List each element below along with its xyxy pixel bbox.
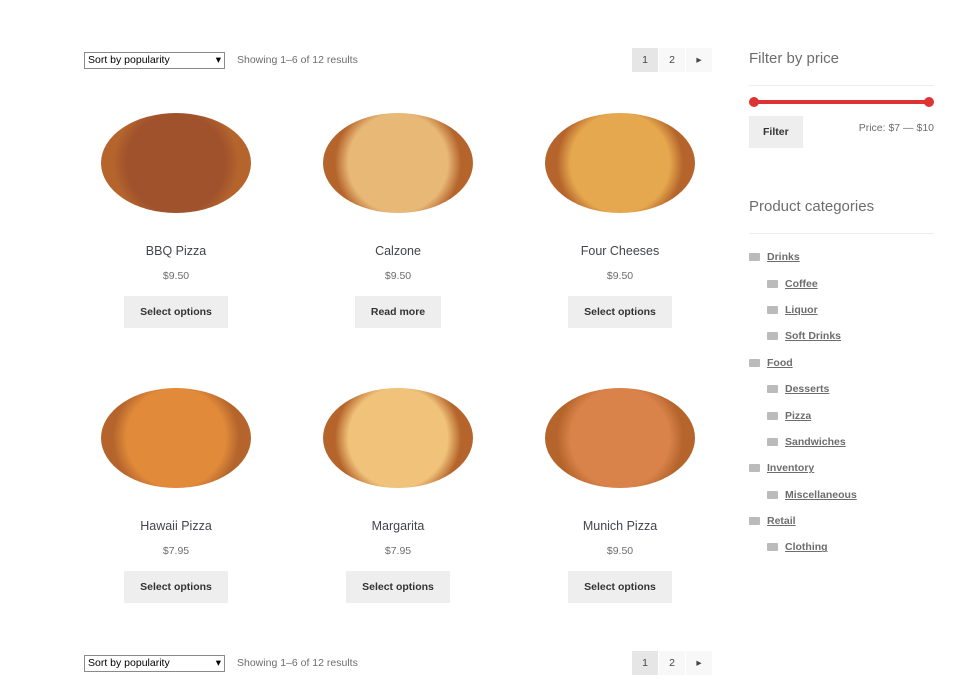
folder-icon: [767, 411, 778, 420]
product-name[interactable]: Hawaii Pizza: [84, 519, 268, 533]
product-name[interactable]: Munich Pizza: [528, 519, 712, 533]
category-label[interactable]: Soft Drinks: [785, 330, 841, 342]
folder-icon: [767, 385, 778, 394]
product-button[interactable]: Select options: [568, 296, 672, 328]
page-2[interactable]: 2: [659, 651, 685, 675]
category-item[interactable]: Inventory: [749, 455, 934, 481]
sort-select-bottom[interactable]: Sort by popularity ▾: [84, 654, 225, 672]
page-1[interactable]: 1: [632, 48, 658, 72]
category-item[interactable]: Soft Drinks: [749, 323, 934, 349]
category-item[interactable]: Retail: [749, 508, 934, 534]
category-item[interactable]: Coffee: [749, 270, 934, 296]
category-item[interactable]: Miscellaneous: [749, 482, 934, 508]
category-label[interactable]: Retail: [767, 515, 796, 527]
product-image[interactable]: [528, 100, 712, 226]
product-card: BBQ Pizza $9.50 Select options: [84, 100, 268, 328]
category-item[interactable]: Desserts: [749, 376, 934, 402]
product-button[interactable]: Select options: [346, 571, 450, 603]
product-button[interactable]: Read more: [354, 296, 442, 328]
folder-icon: [749, 358, 760, 367]
dropdown-arrow-icon: ▾: [215, 54, 221, 66]
product-card: Munich Pizza $9.50 Select options: [528, 375, 712, 603]
product-price: $9.50: [384, 270, 412, 282]
folder-icon: [767, 543, 778, 552]
product-button[interactable]: Select options: [124, 571, 228, 603]
product-price: $9.50: [162, 270, 190, 282]
result-count: Showing 1–6 of 12 results: [237, 657, 358, 669]
product-image[interactable]: [306, 100, 490, 226]
next-page-icon[interactable]: ▸: [686, 48, 712, 72]
category-label[interactable]: Desserts: [785, 383, 829, 395]
product-price: $9.50: [606, 545, 634, 557]
filter-button[interactable]: Filter: [749, 116, 803, 148]
category-label[interactable]: Sandwiches: [785, 436, 846, 448]
category-label[interactable]: Pizza: [785, 410, 811, 422]
pagination-bottom: 1 2 ▸: [631, 651, 712, 675]
product-name[interactable]: Four Cheeses: [528, 244, 712, 258]
filter-title: Filter by price: [749, 50, 840, 67]
folder-icon: [749, 517, 760, 526]
folder-icon: [767, 279, 778, 288]
folder-icon: [749, 253, 760, 262]
top-toolbar: Sort by popularity ▾ Showing 1–6 of 12 re…: [84, 47, 712, 73]
dropdown-arrow-icon: ▾: [215, 657, 221, 669]
product-price: $7.95: [384, 545, 412, 557]
category-item[interactable]: Clothing: [749, 534, 934, 560]
product-button[interactable]: Select options: [124, 296, 228, 328]
slider-max-handle[interactable]: [924, 97, 934, 107]
pagination: 1 2 ▸: [631, 48, 712, 72]
category-item[interactable]: Drinks: [749, 244, 934, 270]
category-label[interactable]: Coffee: [785, 278, 818, 290]
category-label[interactable]: Food: [767, 357, 793, 369]
product-name[interactable]: BBQ Pizza: [84, 244, 268, 258]
product-name[interactable]: Margarita: [306, 519, 490, 533]
product-name[interactable]: Calzone: [306, 244, 490, 258]
folder-icon: [749, 464, 760, 473]
product-image[interactable]: [528, 375, 712, 501]
folder-icon: [767, 305, 778, 314]
category-item[interactable]: Pizza: [749, 402, 934, 428]
categories-widget: Product categories Drinks Coffee Liquor Sof…: [749, 198, 934, 561]
product-card: Margarita $7.95 Select options: [306, 375, 490, 603]
slider-min-handle[interactable]: [749, 97, 759, 107]
categories-title: Product categories: [749, 198, 875, 215]
page-2[interactable]: 2: [659, 48, 685, 72]
product-price: $7.95: [162, 545, 190, 557]
category-label[interactable]: Clothing: [785, 541, 828, 553]
folder-icon: [767, 437, 778, 446]
category-label[interactable]: Liquor: [785, 304, 818, 316]
product-image[interactable]: [84, 375, 268, 501]
category-label[interactable]: Miscellaneous: [785, 489, 857, 501]
product-image[interactable]: [306, 375, 490, 501]
sort-select[interactable]: Sort by popularity ▾: [84, 51, 225, 69]
product-button[interactable]: Select options: [568, 571, 672, 603]
category-item[interactable]: Liquor: [749, 297, 934, 323]
sort-value: Sort by popularity: [88, 54, 170, 66]
price-slider[interactable]: [749, 97, 934, 107]
folder-icon: [767, 490, 778, 499]
category-label[interactable]: Inventory: [767, 462, 814, 474]
price-range-label: Price: $7 — $10: [858, 122, 934, 134]
product-price: $9.50: [606, 270, 634, 282]
product-image[interactable]: [84, 100, 268, 226]
folder-icon: [767, 332, 778, 341]
product-card: Calzone $9.50 Read more: [306, 100, 490, 328]
sort-value: Sort by popularity: [88, 657, 170, 669]
bottom-toolbar: Sort by popularity ▾ Showing 1–6 of 12 re…: [84, 650, 712, 676]
category-item[interactable]: Food: [749, 350, 934, 376]
price-filter-widget: Filter by price Filter Price: $7 — $10: [749, 50, 934, 148]
category-item[interactable]: Sandwiches: [749, 429, 934, 455]
result-count: Showing 1–6 of 12 results: [237, 54, 358, 66]
product-card: Hawaii Pizza $7.95 Select options: [84, 375, 268, 603]
next-page-icon[interactable]: ▸: [686, 651, 712, 675]
product-card: Four Cheeses $9.50 Select options: [528, 100, 712, 328]
page-1[interactable]: 1: [632, 651, 658, 675]
category-label[interactable]: Drinks: [767, 251, 800, 263]
